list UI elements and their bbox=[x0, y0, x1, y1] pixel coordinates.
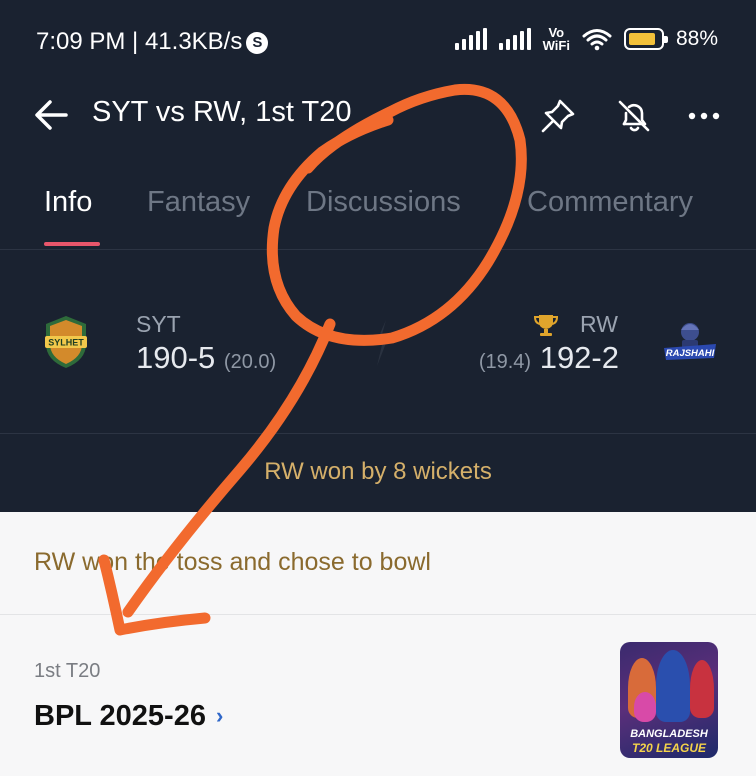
team2-score-line: (19.4) 192-2 bbox=[479, 340, 619, 376]
signal-icon bbox=[454, 28, 487, 50]
tab-info[interactable]: Info bbox=[44, 186, 92, 219]
wifi-icon bbox=[582, 29, 612, 51]
toss-info: RW won the toss and chose to bowl bbox=[34, 548, 431, 576]
tab-bar: Info Fantasy Discussions Commentary bbox=[0, 186, 756, 250]
tab-commentary[interactable]: Commentary bbox=[527, 186, 693, 219]
bell-off-icon[interactable] bbox=[614, 96, 654, 136]
svg-text:SYLHET: SYLHET bbox=[48, 338, 84, 348]
player-figure bbox=[690, 660, 714, 718]
sylhet-team-logo[interactable]: SYLHET bbox=[42, 314, 90, 370]
team1-score: 190-5 bbox=[136, 340, 216, 375]
tab-fantasy[interactable]: Fantasy bbox=[147, 186, 250, 219]
rajshahi-team-logo[interactable]: RAJSHAHI bbox=[660, 318, 720, 366]
team1-name: SYT bbox=[136, 311, 181, 337]
team1-overs: (20.0) bbox=[223, 351, 277, 373]
series-name: BPL 2025-26 bbox=[34, 700, 206, 732]
match-header-panel bbox=[0, 0, 756, 512]
team1-score-line: 190-5 (20.0) bbox=[136, 340, 276, 376]
team2-score: 192-2 bbox=[539, 340, 619, 375]
series-thumbnail[interactable]: BANGLADESH T20 LEAGUE bbox=[620, 642, 718, 758]
match-number: 1st T20 bbox=[34, 660, 101, 682]
section-divider bbox=[0, 614, 756, 615]
team2-name: RW bbox=[580, 311, 618, 337]
s-app-icon: S bbox=[246, 31, 269, 54]
thumb-title-line1: BANGLADESH bbox=[630, 728, 708, 740]
signal-icon bbox=[498, 28, 531, 50]
back-arrow-icon[interactable] bbox=[30, 94, 72, 136]
svg-text:RAJSHAHI: RAJSHAHI bbox=[666, 348, 715, 359]
chevron-right-icon: › bbox=[215, 703, 224, 728]
active-tab-indicator bbox=[44, 242, 100, 246]
player-figure bbox=[634, 692, 656, 722]
team2-overs: (19.4) bbox=[478, 351, 532, 373]
score-divider bbox=[0, 433, 756, 434]
battery-icon bbox=[623, 28, 668, 50]
tab-discussions[interactable]: Discussions bbox=[306, 186, 461, 219]
battery-percent: 88% bbox=[675, 27, 718, 50]
match-result: RW won by 8 wickets bbox=[264, 458, 492, 485]
page-title: SYT vs RW, 1st T20 bbox=[92, 96, 352, 128]
pin-icon[interactable] bbox=[538, 96, 578, 136]
series-link[interactable]: BPL 2025-26 › bbox=[34, 700, 223, 733]
status-icons: Vo WiFi 88% bbox=[454, 25, 718, 53]
more-options-icon[interactable] bbox=[684, 96, 724, 136]
thumb-title-line2: T20 LEAGUE bbox=[631, 741, 706, 755]
player-figure bbox=[656, 650, 690, 722]
versus-bolt-icon bbox=[375, 320, 388, 366]
status-time: 7:09 PM | 41.3KB/s S bbox=[36, 28, 269, 56]
vowifi-icon: Vo WiFi bbox=[542, 25, 570, 53]
trophy-icon bbox=[533, 315, 559, 336]
